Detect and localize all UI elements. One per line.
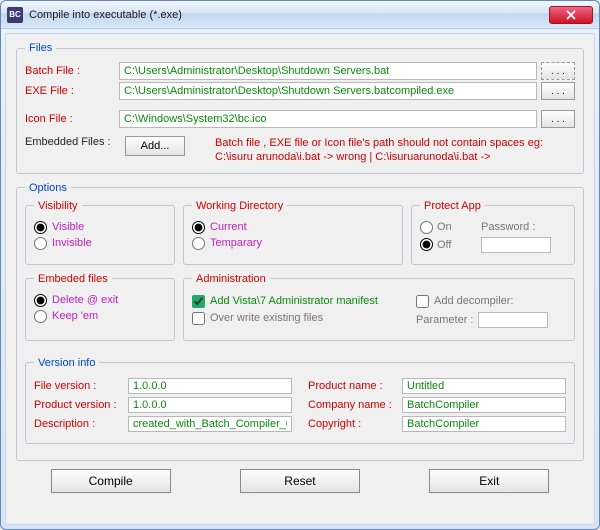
company-name-label: Company name : (308, 399, 398, 411)
app-icon: BC (7, 7, 23, 23)
manifest-checkbox[interactable] (192, 295, 205, 308)
invisible-label: Invisible (52, 237, 92, 249)
decompiler-label: Add decompiler: (434, 295, 514, 307)
parameter-input[interactable] (478, 312, 548, 328)
invisible-radio[interactable] (34, 237, 47, 250)
exit-button[interactable]: Exit (429, 469, 549, 493)
batch-browse-button[interactable]: . . . (541, 62, 575, 80)
keep-label: Keep 'em (52, 310, 98, 322)
embed-legend: Embeded files (34, 273, 112, 285)
parameter-label: Parameter : (416, 314, 473, 326)
delete-exit-radio[interactable] (34, 294, 47, 307)
password-label: Password : (481, 221, 535, 233)
window-title: Compile into executable (*.exe) (29, 9, 549, 21)
embedded-files-label: Embedded Files : (25, 136, 115, 148)
batch-file-label: Batch File : (25, 65, 115, 77)
company-name-input[interactable] (402, 397, 566, 413)
file-version-label: File version : (34, 380, 124, 392)
manifest-label: Add Vista\7 Administrator manifest (210, 295, 378, 307)
bottom-buttons: Compile Reset Exit (16, 469, 584, 493)
product-name-label: Product name : (308, 380, 398, 392)
copyright-label: Copyright : (308, 418, 398, 430)
exe-browse-button[interactable]: . . . (541, 82, 575, 100)
description-label: Description : (34, 418, 124, 430)
path-warning: Batch file , EXE file or Icon file's pat… (195, 136, 575, 165)
embed-group: Embeded files Delete @ exit Keep 'em (25, 273, 175, 341)
copyright-input[interactable] (402, 416, 566, 432)
reset-button[interactable]: Reset (240, 469, 360, 493)
icon-file-label: Icon File : (25, 113, 115, 125)
product-version-input[interactable] (128, 397, 292, 413)
current-radio[interactable] (192, 221, 205, 234)
password-input[interactable] (481, 237, 551, 253)
protect-on-label: On (437, 221, 477, 233)
decompiler-checkbox[interactable] (416, 295, 429, 308)
exe-file-label: EXE File : (25, 85, 115, 97)
workdir-legend: Working Directory (192, 200, 287, 212)
protect-off-radio[interactable] (420, 238, 433, 251)
visibility-group: Visibility Visible Invisible (25, 200, 175, 265)
close-icon (566, 10, 576, 20)
protect-legend: Protect App (420, 200, 485, 212)
version-group: Version info File version : Product vers… (25, 357, 575, 444)
delete-exit-label: Delete @ exit (52, 294, 118, 306)
visible-radio[interactable] (34, 221, 47, 234)
protect-group: Protect App On Password : Off (411, 200, 575, 265)
keep-radio[interactable] (34, 310, 47, 323)
temp-label: Temparary (210, 237, 262, 249)
product-name-input[interactable] (402, 378, 566, 394)
compile-button[interactable]: Compile (51, 469, 171, 493)
overwrite-checkbox[interactable] (192, 312, 205, 325)
protect-off-label: Off (437, 239, 477, 251)
titlebar: BC Compile into executable (*.exe) (1, 1, 599, 29)
files-group: Files Batch File : . . . EXE File : . . … (16, 42, 584, 174)
add-button[interactable]: Add... (125, 136, 185, 156)
files-legend: Files (25, 42, 56, 54)
admin-group: Administration Add Vista\7 Administrator… (183, 273, 575, 341)
close-button[interactable] (549, 6, 593, 24)
options-group: Options Visibility Visible Invisible Wor… (16, 182, 584, 461)
icon-browse-button[interactable]: . . . (541, 110, 575, 128)
client-area: Files Batch File : . . . EXE File : . . … (5, 33, 595, 525)
temp-radio[interactable] (192, 237, 205, 250)
visibility-legend: Visibility (34, 200, 82, 212)
batch-file-input[interactable] (119, 62, 537, 80)
version-legend: Version info (34, 357, 99, 369)
options-legend: Options (25, 182, 71, 194)
admin-legend: Administration (192, 273, 270, 285)
current-label: Current (210, 221, 247, 233)
overwrite-label: Over write existing files (210, 312, 323, 324)
exe-file-input[interactable] (119, 82, 537, 100)
app-window: BC Compile into executable (*.exe) Files… (0, 0, 600, 530)
icon-file-input[interactable] (119, 110, 537, 128)
product-version-label: Product version : (34, 399, 124, 411)
file-version-input[interactable] (128, 378, 292, 394)
visible-label: Visible (52, 221, 84, 233)
description-input[interactable] (128, 416, 292, 432)
protect-on-radio[interactable] (420, 221, 433, 234)
workdir-group: Working Directory Current Temparary (183, 200, 403, 265)
